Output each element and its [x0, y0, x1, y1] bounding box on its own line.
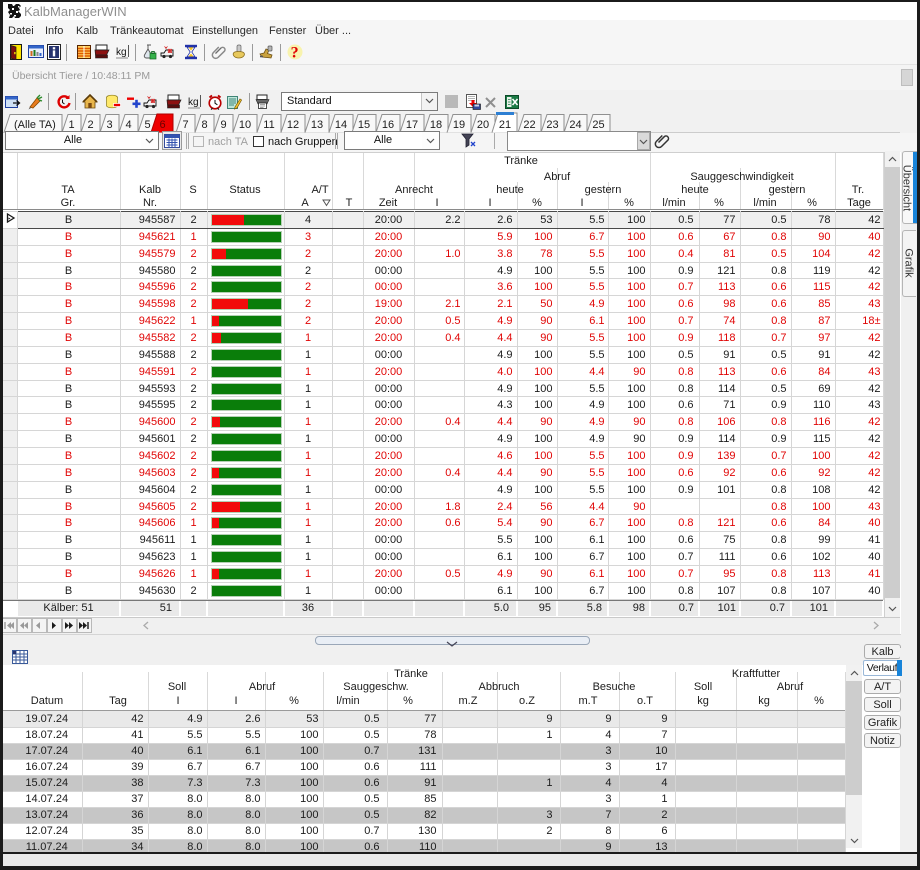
svg-text:20: 20	[477, 119, 489, 131]
svg-text:21: 21	[499, 119, 511, 131]
svg-text:8: 8	[201, 119, 207, 131]
svg-text:23: 23	[546, 119, 558, 131]
svg-text:25: 25	[592, 119, 604, 131]
svg-text:16: 16	[382, 119, 394, 131]
svg-text:9: 9	[220, 119, 226, 131]
svg-text:kg: kg	[188, 97, 199, 108]
svg-text:15: 15	[358, 119, 370, 131]
svg-text:22: 22	[523, 119, 535, 131]
svg-text:24: 24	[569, 119, 581, 131]
svg-text:?: ?	[291, 45, 299, 60]
svg-text:14: 14	[335, 119, 347, 131]
svg-text:10: 10	[239, 119, 251, 131]
svg-text:kg: kg	[116, 47, 127, 58]
svg-text:(Alle TA): (Alle TA)	[14, 119, 56, 131]
svg-text:6: 6	[159, 119, 165, 131]
svg-text:13: 13	[311, 119, 323, 131]
svg-text:12: 12	[287, 119, 299, 131]
svg-text:11: 11	[263, 119, 274, 131]
svg-text:7: 7	[182, 119, 188, 131]
svg-text:1: 1	[68, 119, 74, 131]
svg-text:2: 2	[87, 119, 93, 131]
svg-text:4: 4	[125, 119, 131, 131]
svg-text:19: 19	[453, 119, 465, 131]
svg-text:18: 18	[430, 119, 442, 131]
svg-text:5: 5	[144, 119, 150, 131]
svg-text:17: 17	[406, 119, 418, 131]
svg-text:3: 3	[106, 119, 112, 131]
